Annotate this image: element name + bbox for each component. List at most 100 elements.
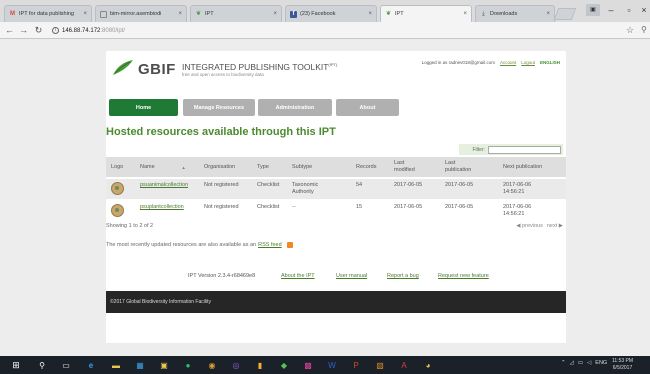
windows-start-icon[interactable]: ⊞ [10, 359, 22, 371]
sort-asc-icon[interactable]: ▲ [182, 164, 186, 171]
cell-last-publication: 2017-06-05 [445, 182, 474, 188]
word-icon[interactable]: W [326, 359, 338, 371]
rss-icon[interactable] [286, 242, 293, 248]
tab-bim-mirror[interactable]: bim-mirror.asembiodi × [95, 5, 187, 22]
clock[interactable]: 11:53 PM 6/5/2017 [612, 358, 633, 372]
ipt-leaf-icon: ❦ [385, 10, 392, 17]
user-manual-link[interactable]: User manual [336, 273, 367, 279]
chrome-icon[interactable]: ◕ [422, 359, 434, 371]
col-logo[interactable]: Logo [111, 157, 123, 177]
bookmark-star-icon[interactable]: ☆ [626, 25, 634, 36]
col-last-modified[interactable]: Last modified [394, 157, 415, 177]
profile-icon[interactable]: ▣ [586, 4, 600, 16]
col-name[interactable]: Name ▲ [140, 157, 200, 177]
window-close-icon[interactable]: × [637, 4, 650, 16]
app-icon[interactable]: ◎ [230, 359, 242, 371]
gbif-logo-text[interactable]: GBIF [138, 61, 176, 78]
store-icon[interactable]: ▦ [134, 359, 146, 371]
minimize-icon[interactable]: – [604, 4, 618, 16]
edge-icon[interactable]: e [85, 359, 97, 371]
new-tab-button[interactable] [553, 8, 577, 20]
app-icon[interactable]: ▩ [302, 359, 314, 371]
network-icon[interactable]: ◿ [570, 360, 574, 366]
close-icon[interactable]: × [463, 11, 467, 17]
forward-icon[interactable]: → [18, 25, 29, 36]
filter-input[interactable] [488, 145, 561, 154]
tab-downloads[interactable]: ⤓ Downloads × [475, 5, 555, 22]
close-icon[interactable]: × [178, 11, 182, 17]
request-feature-link[interactable]: Request new feature [438, 273, 489, 279]
next-page-link[interactable]: next ▶ [547, 223, 563, 229]
app-icon[interactable]: ● [182, 359, 194, 371]
cell-last-modified: 2017-06-05 [394, 182, 423, 188]
col-last-publication[interactable]: Last publication [445, 157, 471, 177]
language-selector[interactable]: ENGLISH [540, 60, 560, 65]
cell-organisation: Not registered [204, 182, 239, 188]
report-bug-link[interactable]: Report a bug [387, 273, 419, 279]
cell-subtype-l1: -- [292, 204, 296, 210]
app-icon[interactable]: ◆ [278, 359, 290, 371]
volume-icon[interactable]: ◁ [587, 360, 591, 366]
cell-subtype-l2: Authority [292, 189, 314, 195]
chevron-up-icon[interactable]: ⌃ [561, 360, 566, 366]
resource-name-link[interactable]: psuplantcollection [140, 204, 184, 211]
page-viewport: GBIF INTEGRATED PUBLISHING TOOLKIT(IPT) … [0, 40, 650, 356]
tab-ipt-1[interactable]: ❦ IPT × [190, 5, 282, 22]
tab-label: IPT [205, 11, 214, 17]
maximize-icon[interactable]: ▫ [622, 4, 636, 16]
battery-icon[interactable]: ▭ [578, 360, 583, 366]
tab-facebook[interactable]: f (23) Facebook × [285, 5, 377, 22]
about-ipt-link[interactable]: About the IPT [281, 273, 315, 279]
account-link[interactable]: Account [500, 60, 516, 65]
close-icon[interactable]: × [368, 11, 372, 17]
tab-label: bim-mirror.asembiodi [110, 11, 162, 17]
extension-icon[interactable]: ⚲ [641, 25, 647, 34]
nav-manage-resources[interactable]: Manage Resources [183, 99, 255, 116]
nav-administration[interactable]: Administration [258, 99, 332, 116]
tab-label: Downloads [490, 11, 518, 17]
url-field[interactable]: i 146.88.74.172 :8080/ipt/ [52, 25, 622, 36]
app-icon[interactable]: ◉ [206, 359, 218, 371]
resource-name-link[interactable]: psuanimalcollection [140, 182, 188, 189]
col-type[interactable]: Type [257, 157, 269, 177]
close-icon[interactable]: × [273, 11, 277, 17]
powerpoint-icon[interactable]: P [350, 359, 362, 371]
copyright: ©2017 Global Biodiversity Information Fa… [110, 299, 211, 305]
tool-title: INTEGRATED PUBLISHING TOOLKIT(IPT) [182, 62, 337, 72]
language-indicator[interactable]: ENG [595, 360, 607, 366]
tab-ipt-active[interactable]: ❦ IPT × [380, 5, 472, 22]
previous-page-link[interactable]: ◀ previous [516, 223, 543, 229]
cell-next-publication: 2017-06-06 14:56:21 [503, 182, 531, 196]
cell-subtype-l1: Taxonomic [292, 182, 319, 188]
table-header: Logo Name ▲ Organisation Type Subtype Re… [106, 157, 566, 177]
file-explorer-icon[interactable]: ▬ [110, 359, 122, 371]
app-icon[interactable]: ▮ [254, 359, 266, 371]
cell-next-publication: 2017-06-06 14:56:21 [503, 204, 531, 218]
filter-label: Filter: [472, 146, 486, 153]
col-next-publication[interactable]: Next publication [503, 157, 542, 177]
back-icon[interactable]: ← [4, 25, 15, 36]
shopping-bag-icon[interactable]: ▣ [158, 359, 170, 371]
nav-about[interactable]: About [336, 99, 399, 116]
reload-icon[interactable]: ↻ [33, 25, 44, 36]
rss-feed-link[interactable]: RSS feed [258, 242, 282, 248]
col-records[interactable]: Records [356, 157, 376, 177]
col-organisation[interactable]: Organisation [204, 157, 235, 177]
acrobat-icon[interactable]: A [398, 359, 410, 371]
close-icon[interactable]: × [83, 11, 87, 17]
nav-home[interactable]: Home [109, 99, 178, 116]
tab-label: IPT [395, 11, 404, 17]
gbif-leaf-icon[interactable] [111, 57, 135, 77]
facebook-icon: f [290, 10, 297, 18]
cell-type: Checklist [257, 182, 280, 188]
tab-gmail[interactable]: M IPT for data publishing × [4, 5, 92, 22]
task-view-icon[interactable]: ▭ [60, 359, 72, 371]
info-icon[interactable]: i [52, 27, 59, 34]
close-icon[interactable]: × [546, 11, 550, 17]
col-subtype[interactable]: Subtype [292, 157, 312, 177]
cell-type: Checklist [257, 204, 280, 210]
cell-last-modified: 2017-06-05 [394, 204, 423, 210]
search-icon[interactable]: ⚲ [36, 359, 48, 371]
logout-link[interactable]: Logout [521, 60, 535, 65]
app-icon[interactable]: ▧ [374, 359, 386, 371]
